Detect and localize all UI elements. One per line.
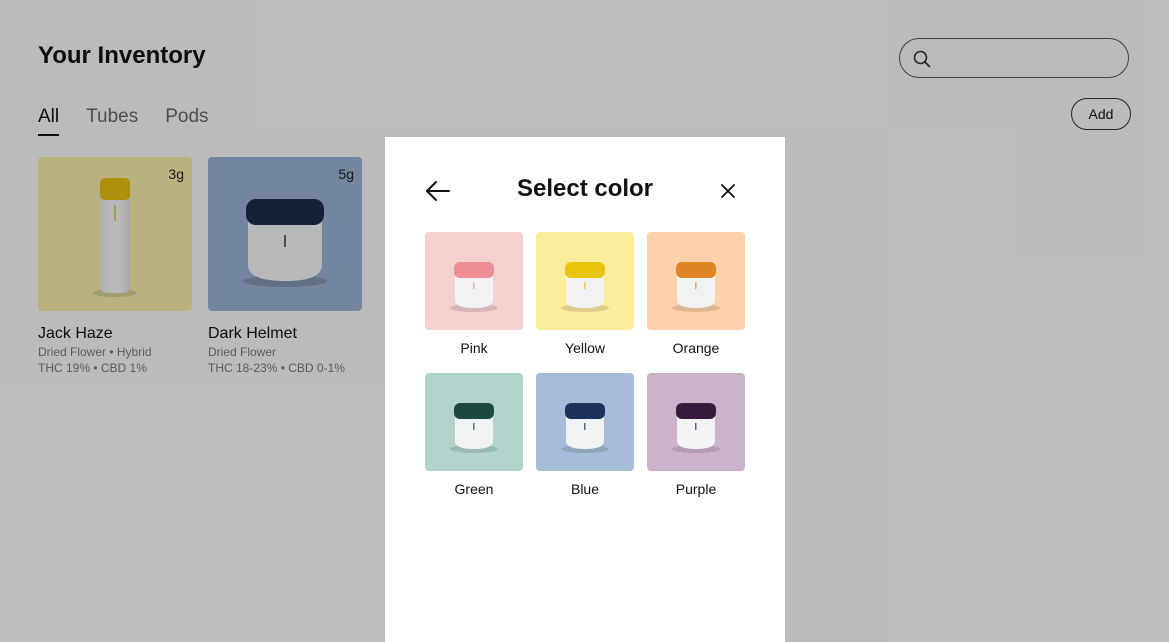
jar-icon	[450, 262, 498, 312]
color-label: Green	[454, 481, 494, 497]
color-label: Yellow	[565, 340, 605, 356]
jar-icon	[561, 403, 609, 453]
color-label: Orange	[672, 340, 720, 356]
swatch-blue	[536, 373, 634, 471]
select-color-dialog: Select color Pink Yellow Orange Green Bl…	[385, 137, 785, 642]
swatch-purple	[647, 373, 745, 471]
jar-icon	[561, 262, 609, 312]
color-option-green[interactable]: Green	[425, 373, 523, 497]
color-option-purple[interactable]: Purple	[647, 373, 745, 497]
swatch-orange	[647, 232, 745, 330]
color-option-pink[interactable]: Pink	[425, 232, 523, 356]
swatch-pink	[425, 232, 523, 330]
color-label: Blue	[570, 481, 600, 497]
close-icon[interactable]	[719, 182, 737, 200]
swatch-yellow	[536, 232, 634, 330]
swatch-green	[425, 373, 523, 471]
color-option-orange[interactable]: Orange	[647, 232, 745, 356]
color-option-yellow[interactable]: Yellow	[536, 232, 634, 356]
color-label: Purple	[675, 481, 717, 497]
jar-icon	[672, 403, 720, 453]
color-label: Pink	[460, 340, 488, 356]
jar-icon	[672, 262, 720, 312]
jar-icon	[450, 403, 498, 453]
color-option-blue[interactable]: Blue	[536, 373, 634, 497]
